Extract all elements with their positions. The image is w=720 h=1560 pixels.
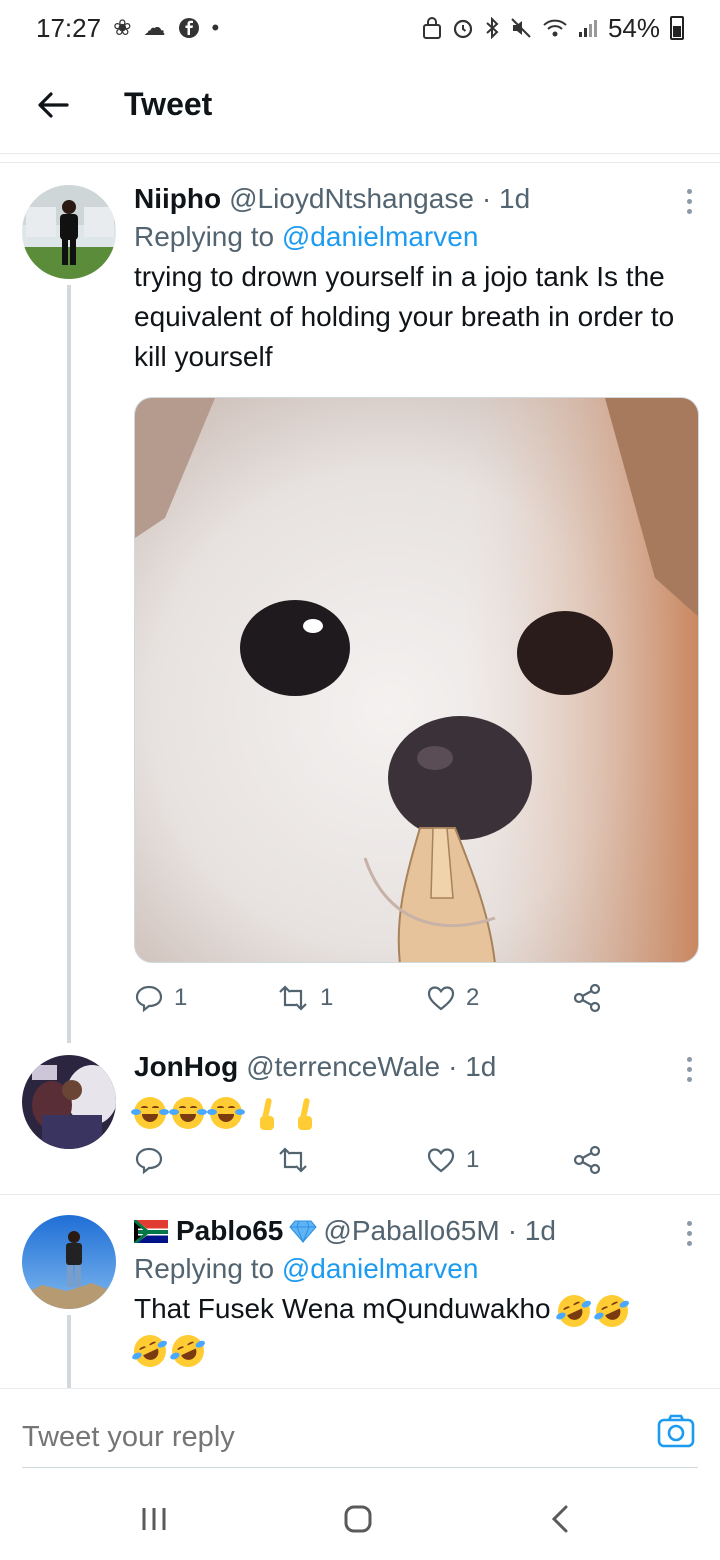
tweet-time: · 1d [448,1051,497,1082]
camera-icon [657,1414,695,1448]
crossed-fingers-emoji [256,1096,278,1130]
heart-icon [427,986,455,1011]
share-button[interactable] [572,983,602,1013]
user-handle[interactable]: @LioydNtshangase [229,183,474,215]
avatar[interactable] [22,1215,116,1309]
recent-apps-button[interactable] [124,1489,184,1549]
replying-to: Replying to @danielmarven [134,1253,700,1285]
thread-line [67,1315,71,1388]
tweet-header: JonHog @terrenceWale · 1d [134,1051,700,1083]
blue-diamond-emoji [289,1220,318,1243]
more-options-icon[interactable] [684,1221,694,1246]
share-icon [573,1145,601,1175]
tweet-text: That Fusek Wena mQunduwakho [134,1293,551,1324]
lock-alarm-icon [422,17,441,39]
tweet-time: · 1d [507,1215,556,1246]
alarm-icon [453,19,473,39]
heart-icon [427,1148,455,1173]
display-name[interactable]: JonHog [134,1051,238,1083]
like-count: 2 [466,984,480,1011]
tweet-time: · 1d [481,183,531,214]
tweet-3[interactable]: Pablo65 @Paballo65M · 1d Replying to @da… [0,1195,720,1388]
top-app-bar: Tweet [0,56,720,154]
like-button[interactable]: 1 [426,1146,479,1174]
retweet-button[interactable] [276,1145,320,1175]
battery-icon [670,16,684,40]
share-button[interactable] [572,1145,602,1175]
share-icon [573,983,601,1013]
more-notifications-icon: • [211,15,220,40]
tweet-media-image[interactable] [134,397,699,963]
status-time: 17:27 [36,12,102,43]
input-underline [22,1467,698,1468]
retweet-icon [279,985,307,1011]
reply-input[interactable] [22,1413,622,1461]
camera-button[interactable] [656,1411,696,1451]
signal-icon [578,20,597,37]
retweet-button[interactable]: 1 [276,983,333,1013]
more-options-icon[interactable] [684,1057,694,1082]
arrow-left-icon [38,91,69,118]
chevron-left-icon [551,1505,568,1533]
reply-icon [135,1147,163,1175]
battery-percent: 54% [607,12,660,43]
tweet-actions: 1 [134,1140,614,1180]
mention-link[interactable]: @danielmarven [282,221,479,252]
reply-icon [135,985,163,1013]
tweet-header: Niipho @LioydNtshangase · 1d [134,183,700,215]
tweet-actions: 1 1 2 [134,978,614,1018]
weather-icon: ☁ [143,15,166,40]
replying-prefix: Replying to [134,1253,275,1284]
more-options-icon[interactable] [684,189,694,214]
page-title: Tweet [124,86,213,122]
notification-icon: ❀ [113,15,132,40]
user-handle[interactable]: @terrenceWale [246,1051,440,1083]
rolling-laughing-emoji [591,1289,634,1332]
reply-button[interactable] [134,1145,174,1175]
recent-apps-icon [142,1508,166,1530]
home-icon [344,1505,372,1533]
mute-icon [511,18,531,38]
bluetooth-icon [486,17,499,39]
laughing-tears-emoji [169,1096,207,1129]
tweet-text: trying to drown yourself in a jojo tank … [134,261,675,372]
rolling-laughing-emoji [128,1329,172,1372]
status-bar: 17:27 ❀ ☁ • 54% [0,0,720,56]
south-africa-flag-emoji [134,1219,168,1243]
rolling-laughing-emoji [166,1329,210,1372]
retweet-icon [279,1147,307,1173]
tweet-text-block: That Fusek Wena mQunduwakho [128,1289,694,1372]
laughing-tears-emoji [207,1096,245,1129]
replying-prefix: Replying to [134,221,275,252]
replying-to: Replying to @danielmarven [134,221,700,253]
wifi-icon [543,19,567,37]
laughing-tears-emoji [131,1096,169,1129]
system-back-button[interactable] [530,1489,590,1549]
user-handle[interactable]: @Paballo65M [323,1215,499,1247]
facebook-icon [178,18,199,38]
crossed-fingers-emoji [294,1096,316,1130]
system-navigation-bar [0,1478,720,1560]
rolling-laughing-emoji [553,1289,596,1332]
avatar[interactable] [22,185,116,279]
display-name[interactable]: Niipho [134,183,221,215]
home-button[interactable] [328,1489,388,1549]
back-button[interactable] [28,80,78,130]
display-name[interactable]: Pablo65 [176,1215,283,1247]
mention-link[interactable]: @danielmarven [282,1253,479,1284]
tweet-header: Pablo65 @Paballo65M · 1d [134,1215,700,1247]
like-count: 1 [466,1146,480,1173]
reply-count: 1 [174,984,188,1011]
reply-composer [0,1388,720,1478]
avatar[interactable] [22,1055,116,1149]
thread-line [67,285,71,1043]
tweet-text-emoji [131,1091,700,1131]
reply-button[interactable]: 1 [134,983,187,1013]
retweet-count: 1 [320,984,334,1011]
like-button[interactable]: 2 [426,984,479,1012]
